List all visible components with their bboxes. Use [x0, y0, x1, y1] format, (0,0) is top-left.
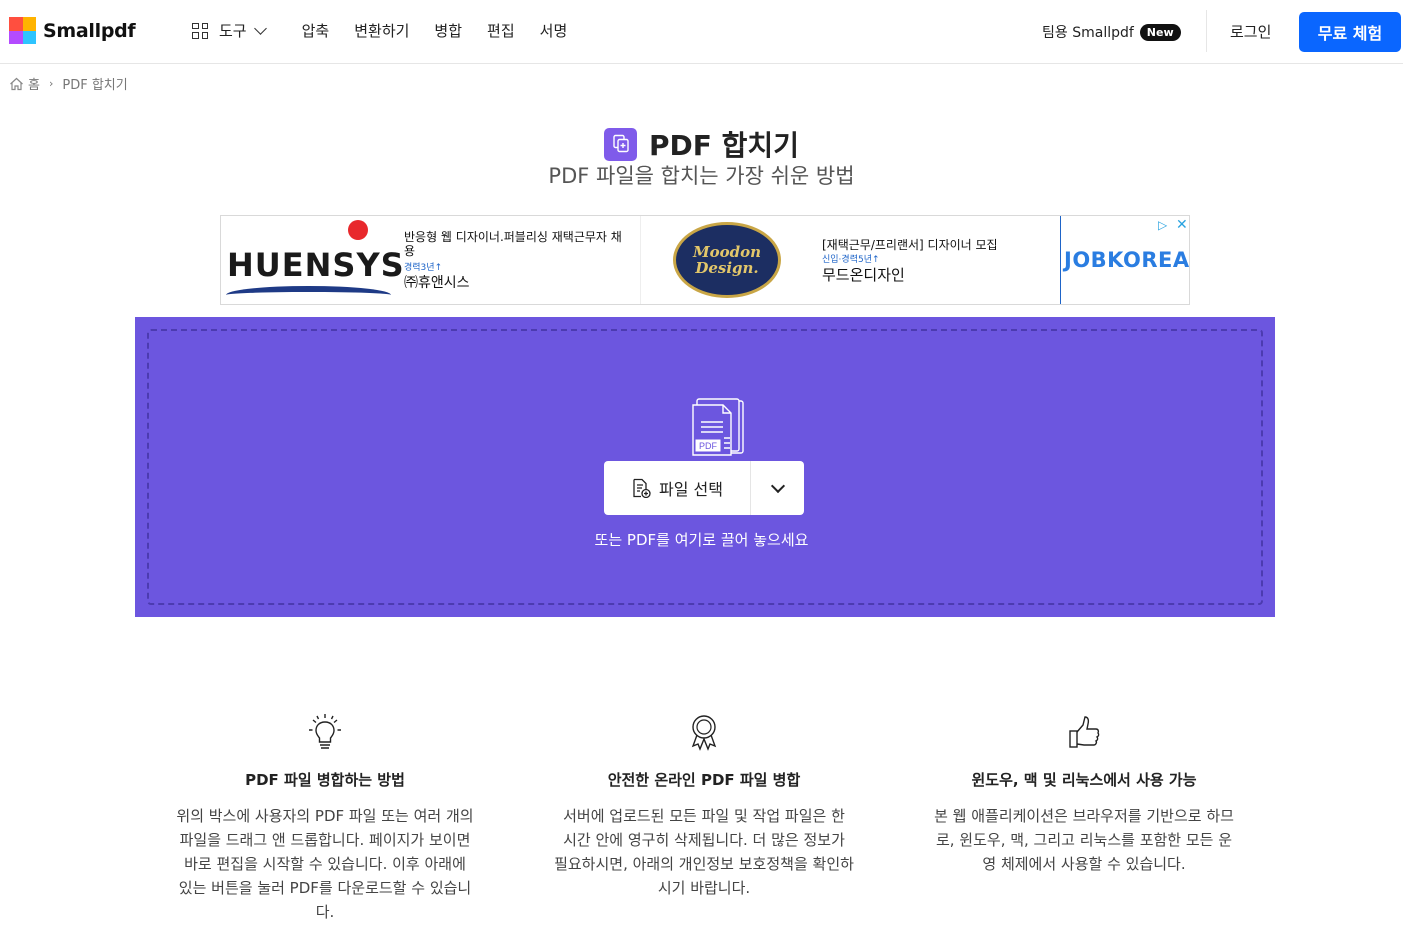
feature-text: 서버에 업로드된 모든 파일 및 작업 파일은 한 시간 안에 영구히 삭제됩니…	[554, 807, 854, 897]
breadcrumb-home[interactable]: 홈	[28, 74, 40, 93]
feature-title: PDF 파일 병합하는 방법	[245, 771, 405, 789]
breadcrumb-current: PDF 합치기	[62, 78, 128, 93]
team-label: 팀용 Smallpdf	[1042, 25, 1134, 41]
ad-headline-1[interactable]: 반응형 웹 디자이너.퍼블리싱 재택근무자 채용	[404, 230, 628, 258]
ad-brand-huensys[interactable]: HUENSYS	[227, 246, 405, 284]
breadcrumb-separator: ›	[48, 77, 54, 90]
ad-logo-swoosh	[226, 286, 391, 304]
pdf-files-icon: PDF	[692, 398, 744, 456]
ad-company-1[interactable]: ㈜휴앤시스	[404, 272, 470, 292]
ad-brand-moodon[interactable]: Moodon Design.	[673, 222, 781, 298]
ad-banner[interactable]: HUENSYS 반응형 웹 디자이너.퍼블리싱 재택근무자 채용 경력3년↑ ㈜…	[220, 215, 1190, 305]
choose-file-label: 파일 선택	[659, 480, 723, 499]
file-source-dropdown[interactable]	[751, 461, 804, 515]
feature-platforms: 윈도우, 맥 및 리눅스에서 사용 가능 본 웹 애플리케이션은 브라우저를 기…	[934, 712, 1234, 876]
feature-how-to: PDF 파일 병합하는 방법 위의 박스에 사용자의 PDF 파일 또는 여러 …	[175, 712, 475, 924]
ad-brand-jobkorea[interactable]: JOBKOREA	[1064, 248, 1189, 272]
award-icon	[691, 715, 717, 751]
feature-text: 위의 박스에 사용자의 PDF 파일 또는 여러 개의 파일을 드래그 앤 드롭…	[176, 807, 474, 921]
feature-title: 윈도우, 맥 및 리눅스에서 사용 가능	[971, 771, 1197, 789]
dropzone-hint: 또는 PDF를 여기로 끌어 놓으세요	[594, 531, 809, 549]
new-badge: New	[1139, 23, 1181, 41]
feature-title: 안전한 온라인 PDF 파일 병합	[607, 771, 801, 789]
nav-item-edit[interactable]: 편집	[487, 20, 515, 41]
grid-icon	[192, 22, 208, 39]
smallpdf-logo[interactable]: Smallpdf	[9, 17, 136, 44]
chevron-down-icon	[253, 21, 267, 35]
header-divider	[1206, 10, 1207, 52]
lightbulb-icon	[309, 714, 341, 749]
ad-divider	[640, 216, 641, 304]
page-title: PDF 합치기	[649, 129, 799, 162]
logo-text: Smallpdf	[43, 19, 136, 42]
close-icon[interactable]: ✕	[1176, 217, 1188, 233]
feature-security: 안전한 온라인 PDF 파일 병합 서버에 업로드된 모든 파일 및 작업 파일…	[554, 712, 854, 900]
ad-company-2[interactable]: 무드온디자인	[822, 264, 905, 285]
ad-choice-icon[interactable]: ▷	[1158, 218, 1167, 232]
pdf-file-label: PDF	[699, 441, 718, 451]
home-icon	[10, 77, 23, 90]
breadcrumb: 홈 › PDF 합치기	[9, 74, 128, 93]
nav-item-convert[interactable]: 변환하기	[354, 20, 409, 41]
login-link[interactable]: 로그인	[1230, 21, 1271, 42]
add-file-icon	[633, 478, 651, 498]
top-navbar: Smallpdf 도구 압축 변환하기 병합 편집 서명 팀용 Smallpdf…	[0, 0, 1403, 64]
chevron-down-icon	[770, 478, 785, 493]
nav-item-compress[interactable]: 압축	[302, 20, 330, 41]
ad-logo-dot	[348, 220, 368, 240]
page-subtitle: PDF 파일을 합치는 가장 쉬운 방법	[548, 164, 855, 188]
ad-moodon-line2: Design.	[695, 259, 759, 277]
nav-item-merge[interactable]: 병합	[434, 20, 462, 41]
ad-divider-2	[1060, 216, 1061, 304]
thumbs-up-icon	[1069, 716, 1100, 748]
ad-headline-2[interactable]: [재택근무/프리랜서] 디자이너 모집	[822, 236, 998, 253]
ad-moodon-line1: Moodon	[692, 243, 761, 261]
nav-item-sign[interactable]: 서명	[540, 20, 568, 41]
logo-icon	[9, 17, 36, 44]
nav-tools-dropdown[interactable]: 도구	[192, 20, 267, 41]
file-select-control: 파일 선택	[604, 461, 804, 515]
choose-file-button[interactable]: 파일 선택	[604, 461, 751, 515]
page-header: PDF 합치기	[0, 124, 1403, 164]
main-nav: 도구 압축 변환하기 병합 편집 서명	[192, 20, 567, 41]
free-trial-button[interactable]: 무료 체험	[1299, 12, 1401, 52]
feature-text: 본 웹 애플리케이션은 브라우저를 기반으로 하므로, 윈도우, 맥, 그리고 …	[934, 807, 1234, 873]
nav-tools-label: 도구	[219, 22, 247, 40]
team-link[interactable]: 팀용 Smallpdf New	[1042, 22, 1181, 42]
merge-tool-icon	[604, 127, 638, 161]
